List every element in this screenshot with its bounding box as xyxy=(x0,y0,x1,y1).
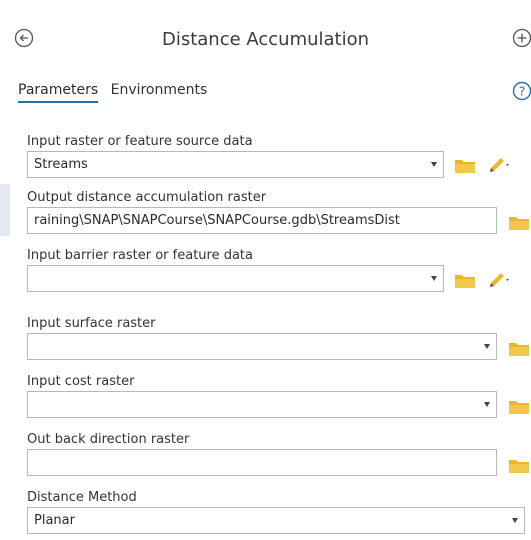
param-output-raster: Output distance accumulation raster rain… xyxy=(27,189,497,234)
cost-dropdown[interactable] xyxy=(27,391,497,418)
param-barrier: Input barrier raster or feature data xyxy=(27,247,444,292)
chevron-down-icon[interactable] xyxy=(484,402,490,407)
tab-bar: Parameters Environments xyxy=(18,82,215,103)
add-plus-icon[interactable] xyxy=(512,28,531,48)
param-back-direction: Out back direction raster xyxy=(27,431,497,476)
pencil-icon[interactable] xyxy=(487,270,509,290)
distance-method-dropdown[interactable]: Planar xyxy=(27,507,525,534)
input-source-value: Streams xyxy=(34,157,88,172)
output-raster-value: raining\SNAP\SNAPCourse\SNAPCourse.gdb\S… xyxy=(34,213,400,228)
param-surface: Input surface raster xyxy=(27,315,497,360)
help-question-icon[interactable]: ? xyxy=(512,80,531,102)
chevron-down-icon[interactable] xyxy=(512,518,518,523)
output-raster-field[interactable]: raining\SNAP\SNAPCourse\SNAPCourse.gdb\S… xyxy=(27,207,497,234)
folder-icon[interactable] xyxy=(508,214,530,231)
param-cost: Input cost raster xyxy=(27,373,497,418)
folder-icon[interactable] xyxy=(508,340,530,357)
back-direction-field[interactable] xyxy=(27,449,497,476)
barrier-dropdown[interactable] xyxy=(27,265,444,292)
param-label: Input surface raster xyxy=(27,316,156,331)
param-label: Input cost raster xyxy=(27,374,135,389)
tool-header: Distance Accumulation xyxy=(0,0,531,80)
param-label: Output distance accumulation raster xyxy=(27,190,267,205)
tool-title: Distance Accumulation xyxy=(161,29,370,50)
tab-parameters[interactable]: Parameters xyxy=(18,82,99,103)
param-input-source: Input raster or feature source data Stre… xyxy=(27,133,444,178)
tab-environments[interactable]: Environments xyxy=(111,82,208,98)
folder-icon[interactable] xyxy=(508,398,530,415)
chevron-down-icon[interactable] xyxy=(484,344,490,349)
param-label: Input barrier raster or feature data xyxy=(27,248,253,263)
pencil-icon[interactable] xyxy=(487,155,509,175)
folder-icon[interactable] xyxy=(454,157,476,174)
param-distance-method: Distance Method Planar xyxy=(27,489,525,534)
surface-dropdown[interactable] xyxy=(27,333,497,360)
selection-accent xyxy=(0,184,10,236)
param-label: Input raster or feature source data xyxy=(27,134,253,149)
svg-text:?: ? xyxy=(519,85,525,99)
param-label: Out back direction raster xyxy=(27,432,190,447)
input-source-dropdown[interactable]: Streams xyxy=(27,151,444,178)
folder-icon[interactable] xyxy=(508,457,530,474)
chevron-down-icon[interactable] xyxy=(431,162,437,167)
folder-icon[interactable] xyxy=(454,272,476,289)
chevron-down-icon[interactable] xyxy=(431,276,437,281)
param-label: Distance Method xyxy=(27,490,137,505)
distance-method-value: Planar xyxy=(34,513,75,528)
